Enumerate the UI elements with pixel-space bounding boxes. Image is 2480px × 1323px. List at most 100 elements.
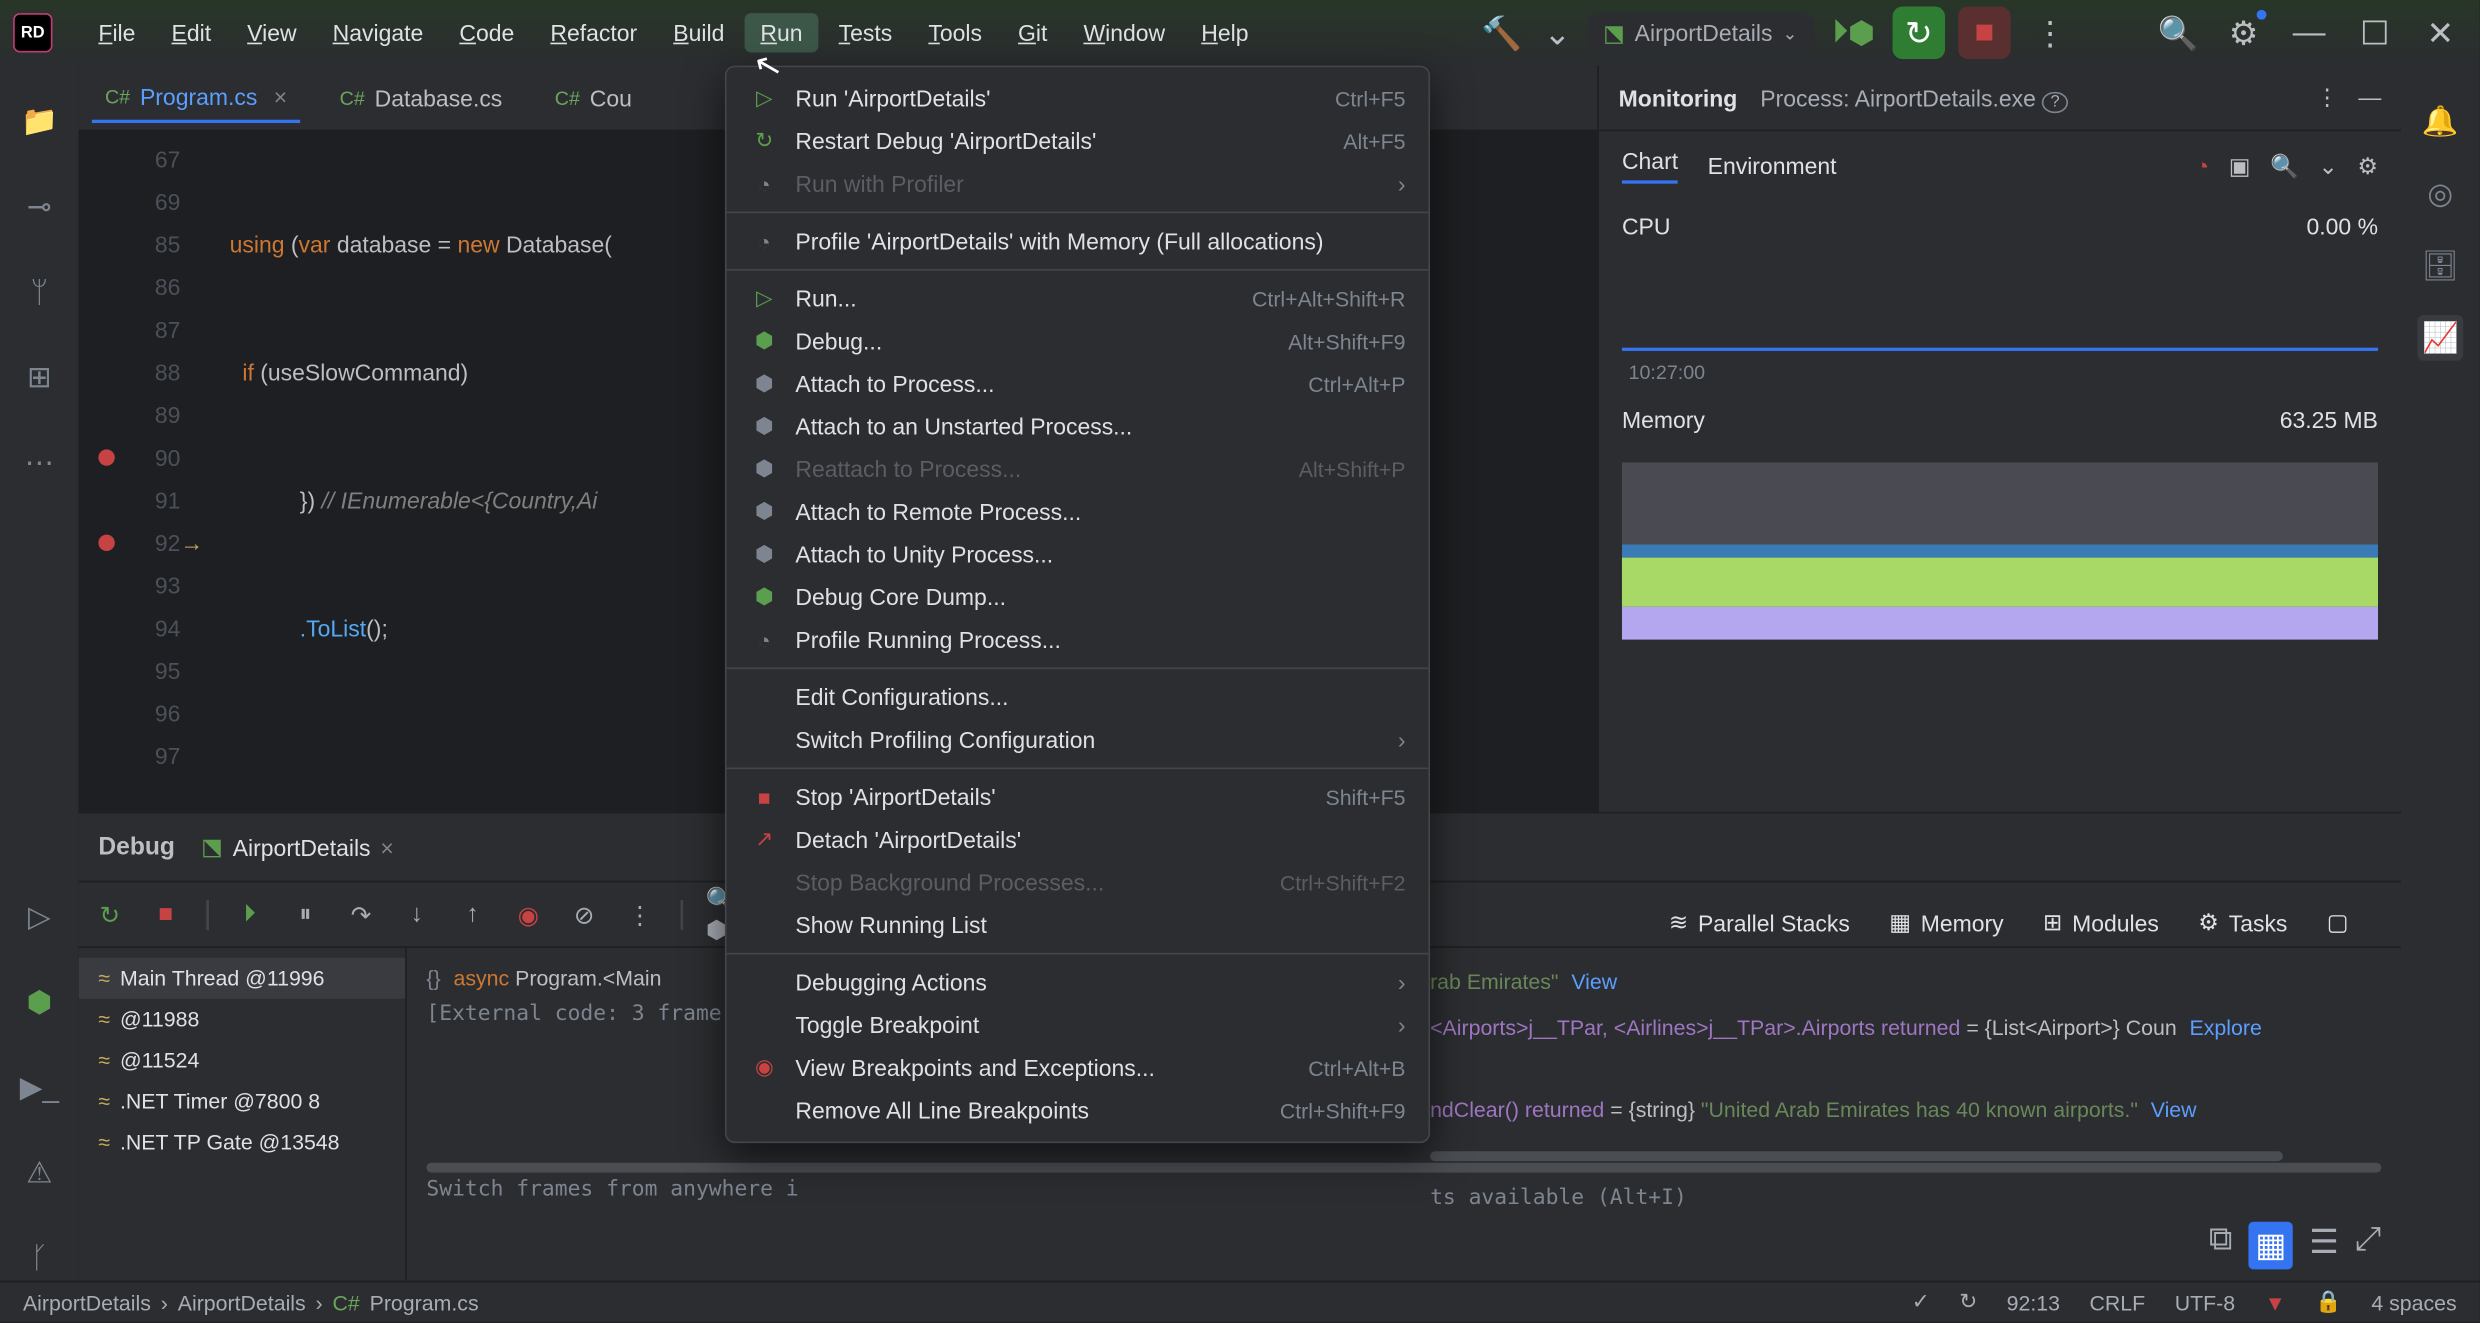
ai-icon[interactable]: ◎ [2417,171,2463,217]
tab-memory[interactable]: ▦Memory [1889,909,2003,937]
file-encoding[interactable]: UTF-8 [2175,1290,2235,1315]
menu-item[interactable]: ⬢Attach to Unity Process... [727,533,1429,576]
check-icon[interactable]: ✓ [1912,1289,1930,1315]
menu-file[interactable]: File [82,13,152,52]
run-debug-icon[interactable]: ⏵⬢ [1827,7,1879,59]
thread-item[interactable]: ≈.NET TP Gate @13548 [79,1122,405,1163]
expand-icon[interactable]: ⤢ [2355,1222,2381,1270]
menu-item[interactable]: ▷Run...Ctrl+Alt+Shift+R [727,277,1429,320]
maximize-button[interactable]: ☐ [2348,7,2400,59]
project-icon[interactable]: 📁 [16,98,62,144]
menu-item[interactable]: ◔Profile 'AirportDetails' with Memory (F… [727,220,1429,263]
run-tool-icon[interactable]: ▷ [16,894,62,940]
horizontal-scrollbar[interactable] [1430,1151,2283,1161]
readonly-icon[interactable]: ▼ [2265,1290,2286,1315]
breakpoints-icon[interactable]: ◉ [510,896,546,932]
thread-item[interactable]: ≈.NET Timer @7800 8 [79,1081,405,1122]
more-icon[interactable]: ⋮ [2024,7,2076,59]
menu-item[interactable]: ■Stop 'AirportDetails'Shift+F5 [727,776,1429,819]
more-tools-icon[interactable]: ⋯ [16,440,62,486]
view-link[interactable]: View [1571,969,1617,994]
close-icon[interactable]: × [380,834,393,860]
panel-minimize-icon[interactable]: — [2358,84,2381,112]
menu-item[interactable]: ▷Run 'AirportDetails'Ctrl+F5 [727,77,1429,120]
search-icon[interactable]: 🔍 [2152,7,2204,59]
thread-item[interactable]: ≈@11988 [79,999,405,1040]
line-ending[interactable]: CRLF [2090,1290,2146,1315]
layout-icon[interactable]: ▢ [2327,909,2349,937]
menu-item[interactable]: Debugging Actions› [727,961,1429,1004]
menu-item[interactable]: ↻Restart Debug 'AirportDetails'Alt+F5 [727,120,1429,163]
menu-item[interactable]: Remove All Line BreakpointsCtrl+Shift+F9 [727,1089,1429,1132]
menu-item[interactable]: ◔Profile Running Process... [727,618,1429,661]
hammer-icon[interactable]: 🔨 [1475,7,1527,59]
editor-tab[interactable]: C#Cou [542,75,645,121]
stop-button[interactable]: ■ [1958,7,2010,59]
panel-options-icon[interactable]: ⋮ [2316,84,2339,112]
lock-icon[interactable]: 🔒 [2315,1289,2342,1315]
menu-item[interactable]: ⬢Attach to Remote Process... [727,490,1429,533]
tab-parallel-stacks[interactable]: ≋Parallel Stacks [1669,909,1850,937]
menu-window[interactable]: Window [1067,13,1181,52]
indent-setting[interactable]: 4 spaces [2371,1290,2456,1315]
grid-icon[interactable]: ▦ [2249,1222,2293,1270]
vcs-icon[interactable]: ᚴ [16,1235,62,1281]
cursor-position[interactable]: 92:13 [2007,1290,2060,1315]
menu-item[interactable]: Toggle Breakpoint› [727,1004,1429,1047]
menu-refactor[interactable]: Refactor [534,13,654,52]
thread-item[interactable]: ≈Main Thread @11996 [79,958,405,999]
progress-icon[interactable]: ↻ [1959,1289,1977,1315]
chevron-down-icon[interactable]: ⌄ [1541,7,1574,59]
notifications-icon[interactable]: 🔔 [2417,98,2463,144]
database-icon[interactable]: 🗄 [2417,243,2463,289]
problems-icon[interactable]: ⚠ [16,1150,62,1196]
run-config-selector[interactable]: ⬔ AirportDetails ⌄ [1587,12,1814,53]
menu-item[interactable]: ⬢Debug...Alt+Shift+F9 [727,320,1429,363]
editor-tab[interactable]: C#Program.cs× [92,73,300,122]
terminal-icon[interactable]: ▶_ [16,1064,62,1110]
zoom-icon[interactable]: 🔍 [2270,152,2299,180]
menu-code[interactable]: Code [443,13,531,52]
tab-environment[interactable]: Environment [1708,153,1837,179]
structure-icon[interactable]: ⊞ [16,354,62,400]
menu-item[interactable]: ⬢Attach to an Unstarted Process... [727,405,1429,448]
menu-build[interactable]: Build [657,13,741,52]
gear-icon[interactable]: ⚙ [2357,152,2378,180]
thread-item[interactable]: ≈@11524 [79,1040,405,1081]
git-icon[interactable]: ᛘ [16,269,62,315]
menu-edit[interactable]: Edit [155,13,227,52]
monitoring-icon[interactable]: 📈 [2417,315,2463,361]
list-icon[interactable]: ☰ [2309,1222,2338,1270]
menu-help[interactable]: Help [1185,13,1265,52]
link-icon[interactable]: ⧉ [2209,1222,2232,1270]
stop-icon[interactable]: ■ [148,896,184,932]
editor-tab[interactable]: C#Database.cs [327,75,516,121]
menu-tools[interactable]: Tools [912,13,998,52]
step-into-icon[interactable]: ↓ [399,896,435,932]
menu-item[interactable]: ↗Detach 'AirportDetails' [727,818,1429,861]
debug-tool-icon[interactable]: ⬢ [16,979,62,1025]
menu-item[interactable]: Edit Configurations... [727,676,1429,719]
settings-icon[interactable]: ⚙ [2217,7,2269,59]
step-over-icon[interactable]: ↷ [343,896,379,932]
profiler-icon[interactable]: ◔ [2195,152,2209,180]
menu-view[interactable]: View [231,13,313,52]
pause-icon[interactable]: ⏸ [287,896,323,932]
rerun-icon[interactable]: ↻ [92,896,128,932]
menu-run[interactable]: Run [744,13,819,52]
rerun-button[interactable]: ↻ [1893,7,1945,59]
menu-item[interactable]: Show Running List [727,904,1429,947]
tab-chart[interactable]: Chart [1622,148,1678,184]
menu-tests[interactable]: Tests [822,13,908,52]
menu-item[interactable]: ◉View Breakpoints and Exceptions...Ctrl+… [727,1046,1429,1089]
close-button[interactable]: ✕ [2414,7,2466,59]
breadcrumb[interactable]: AirportDetails› AirportDetails› C# Progr… [23,1290,479,1315]
menu-item[interactable]: Switch Profiling Configuration› [727,718,1429,761]
more-icon[interactable]: ⋮ [622,896,658,932]
menu-git[interactable]: Git [1002,13,1064,52]
resume-icon[interactable]: ⏵ [232,896,268,932]
tab-tasks[interactable]: ⚙Tasks [2198,909,2287,937]
menu-item[interactable]: ⬢Attach to Process...Ctrl+Alt+P [727,362,1429,405]
tab-modules[interactable]: ⊞Modules [2043,909,2159,937]
close-icon[interactable]: × [274,83,287,109]
